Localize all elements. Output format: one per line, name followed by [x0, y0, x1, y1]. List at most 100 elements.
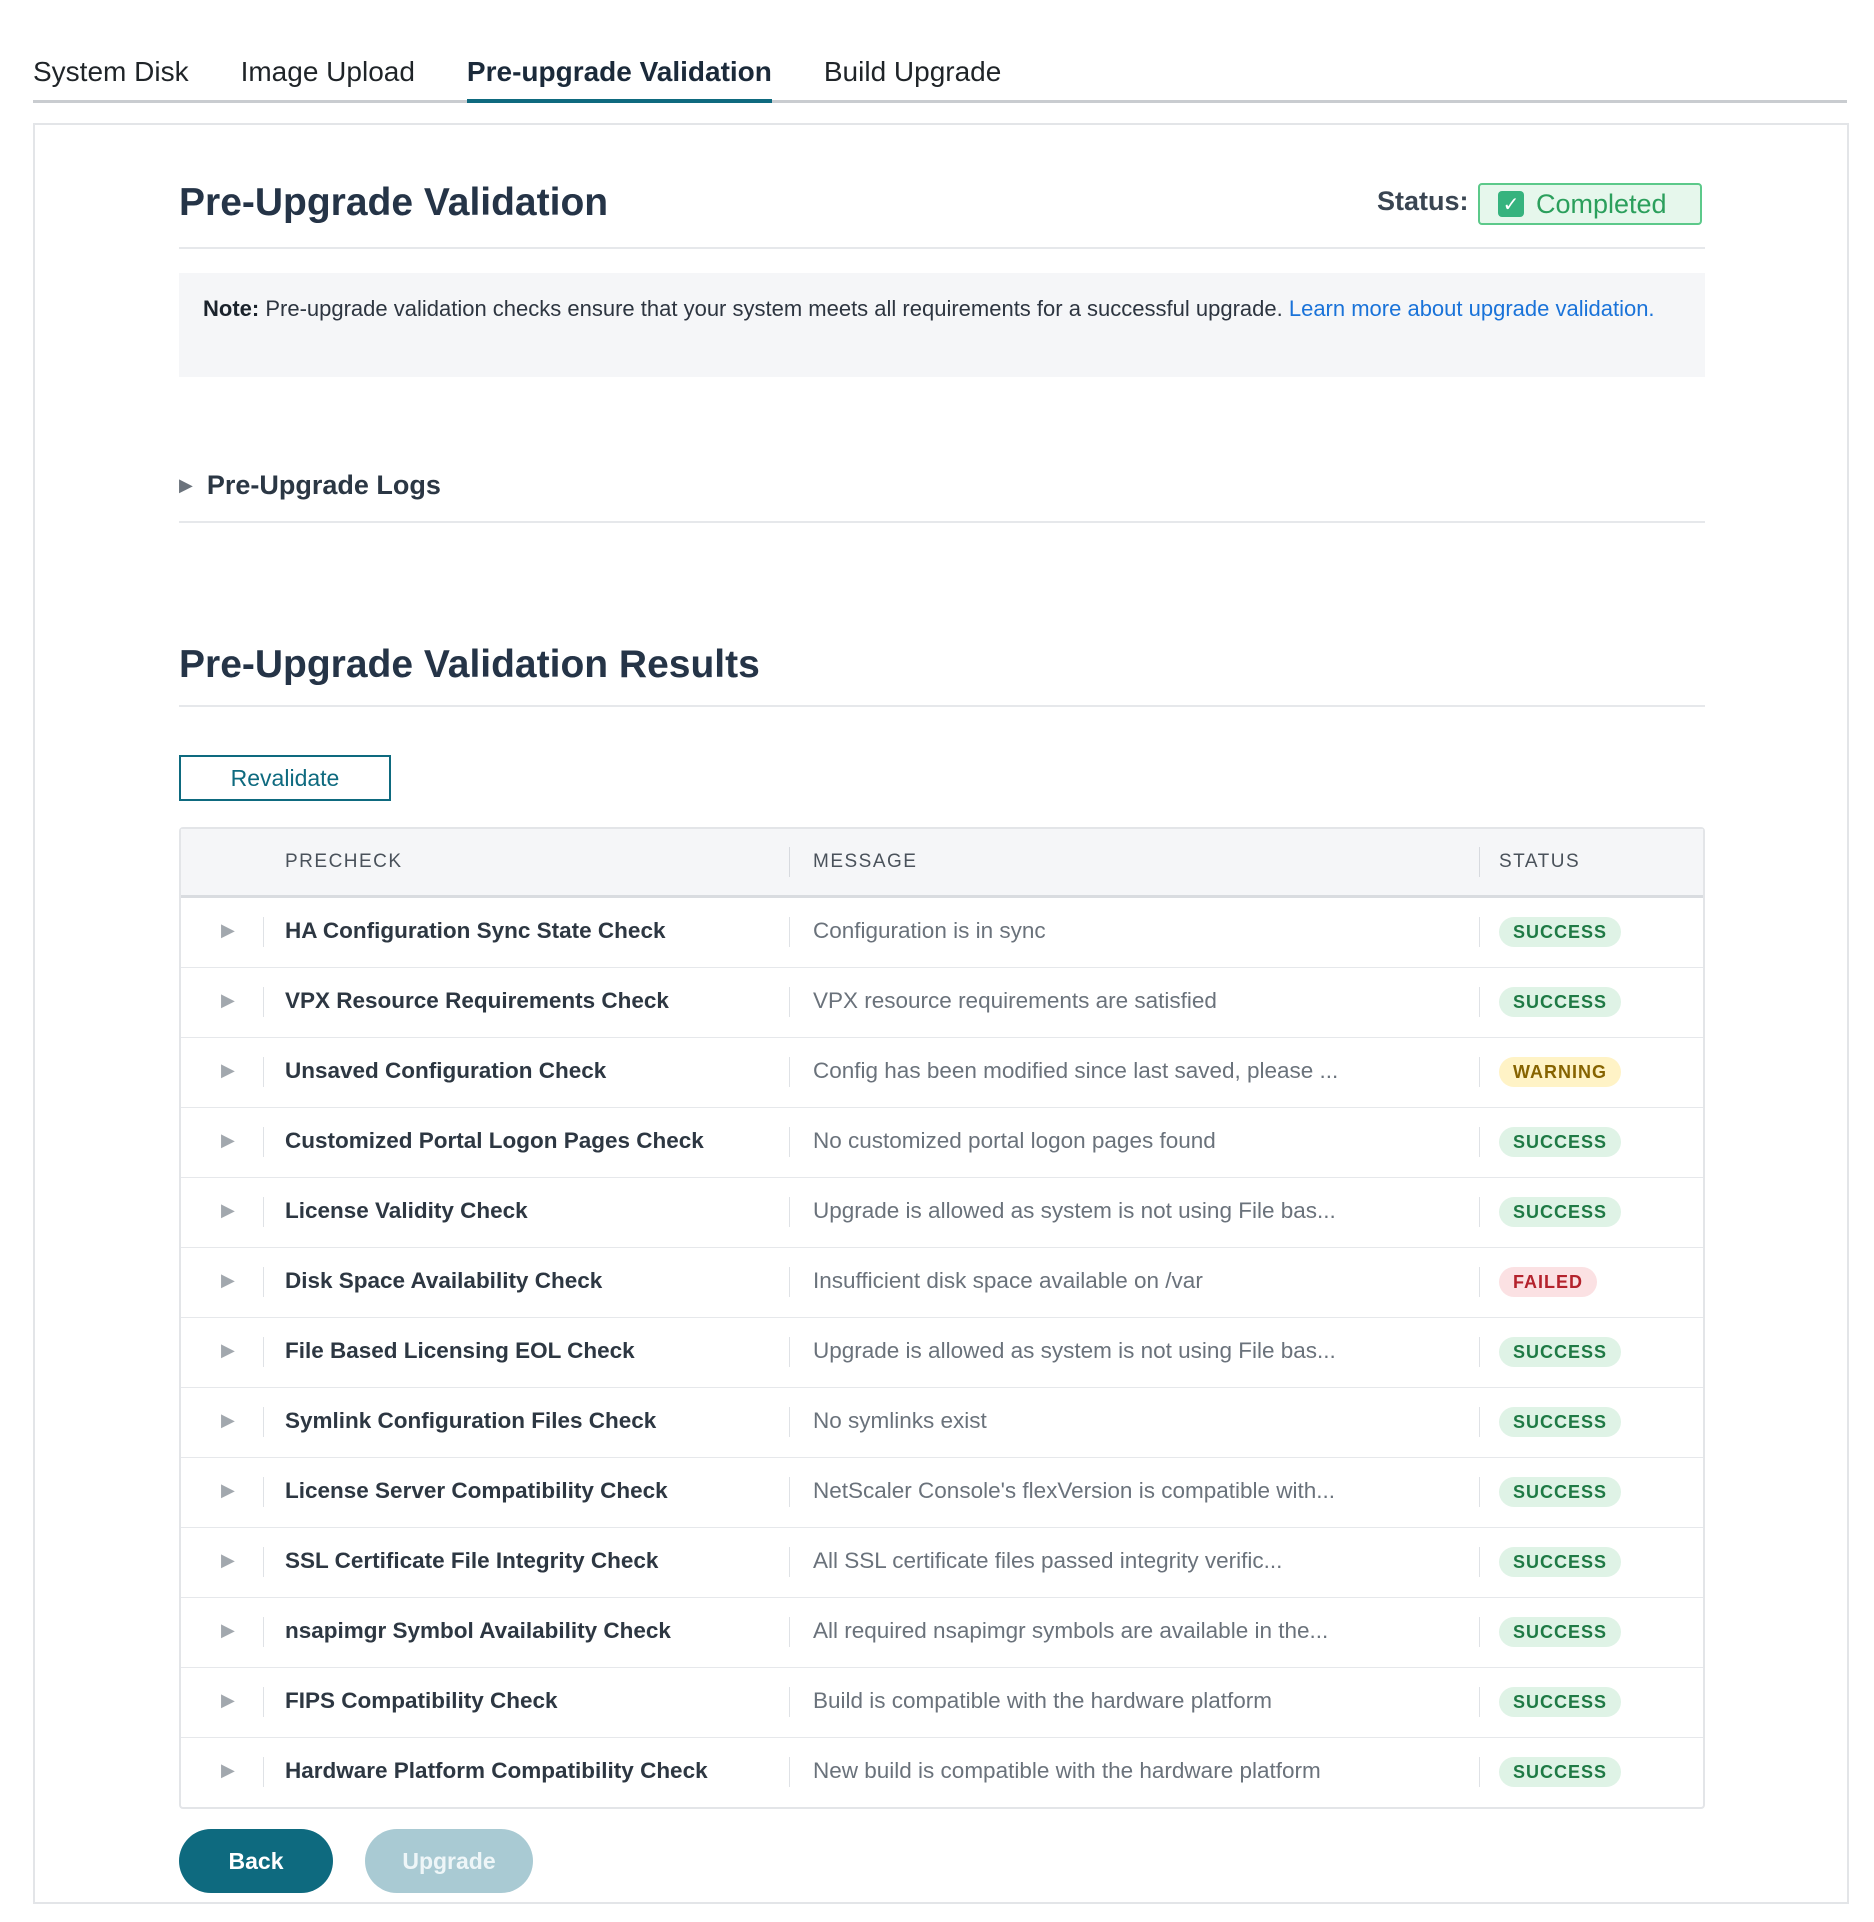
cell-divider	[263, 1687, 264, 1717]
expand-row-icon[interactable]: ▶	[221, 1620, 235, 1641]
cell-divider	[1479, 1057, 1480, 1087]
note-prefix: Note:	[203, 296, 260, 321]
column-header-precheck[interactable]: PRECHECK	[285, 851, 403, 873]
precheck-name: Customized Portal Logon Pages Check	[285, 1128, 704, 1153]
table-row: ▶ Unsaved Configuration Check Config has b…	[181, 1038, 1703, 1108]
table-row: ▶ License Validity Check Upgrade is allowe…	[181, 1178, 1703, 1248]
column-header-message[interactable]: MESSAGE	[813, 851, 917, 873]
cell-divider	[263, 1057, 264, 1087]
status-label: Status:	[1377, 186, 1469, 216]
cell-divider	[1479, 1547, 1480, 1577]
note-box: Note: Pre-upgrade validation checks ensu…	[179, 273, 1705, 377]
status-cell: SUCCESS	[1499, 1337, 1622, 1367]
status-cell: SUCCESS	[1499, 1197, 1622, 1227]
logs-label: Pre-Upgrade Logs	[206, 470, 441, 500]
precheck-message: Build is compatible with the hardware pl…	[813, 1688, 1272, 1713]
expand-row-icon[interactable]: ▶	[221, 920, 235, 941]
divider	[179, 521, 1705, 523]
status-badge: ✓ Completed	[1478, 183, 1702, 225]
status-cell: SUCCESS	[1499, 1477, 1622, 1507]
logs-toggle[interactable]: ▶ Pre-Upgrade Logs	[179, 470, 441, 501]
results-table: PRECHECK MESSAGE STATUS ▶ HA Configuratio…	[179, 827, 1705, 1809]
cell-divider	[263, 1757, 264, 1787]
precheck-name: Unsaved Configuration Check	[285, 1058, 607, 1083]
expand-row-icon[interactable]: ▶	[221, 1130, 235, 1151]
status-cell: FAILED	[1499, 1267, 1598, 1297]
table-row: ▶ License Server Compatibility Check NetSc…	[181, 1458, 1703, 1528]
cell-divider	[263, 1337, 264, 1367]
precheck-message: Config has been modified since last save…	[813, 1058, 1339, 1083]
precheck-message: NetScaler Console's flexVersion is compa…	[813, 1478, 1336, 1503]
status-badge: FAILED	[1499, 1267, 1598, 1297]
status-cell: SUCCESS	[1499, 987, 1622, 1017]
tab-pre-upgrade-validation[interactable]: Pre-upgrade Validation	[466, 48, 772, 103]
precheck-message: No customized portal logon pages found	[813, 1128, 1216, 1153]
expand-row-icon[interactable]: ▶	[221, 990, 235, 1011]
expand-row-icon[interactable]: ▶	[221, 1690, 235, 1711]
status-badge: SUCCESS	[1499, 987, 1622, 1017]
revalidate-button[interactable]: Revalidate	[179, 755, 391, 801]
precheck-message: Configuration is in sync	[813, 918, 1046, 943]
table-row: ▶ VPX Resource Requirements Check VPX reso…	[181, 968, 1703, 1038]
expand-row-icon[interactable]: ▶	[221, 1340, 235, 1361]
status-badge: SUCCESS	[1499, 1687, 1622, 1717]
learn-more-link[interactable]: Learn more about upgrade validation.	[1289, 296, 1655, 321]
divider	[179, 247, 1705, 249]
status-badge: SUCCESS	[1499, 1477, 1622, 1507]
cell-divider	[1479, 1407, 1480, 1437]
check-box-icon: ✓	[1498, 191, 1524, 217]
cell-divider	[789, 1547, 790, 1577]
precheck-name: Disk Space Availability Check	[285, 1268, 603, 1293]
status-cell: SUCCESS	[1499, 1757, 1622, 1787]
cell-divider	[1479, 1267, 1480, 1297]
note-text: Pre-upgrade validation checks ensure tha…	[259, 296, 1289, 321]
page-title: Pre-Upgrade Validation	[179, 181, 609, 224]
table-row: ▶ Hardware Platform Compatibility Check Ne…	[181, 1738, 1703, 1807]
expand-row-icon[interactable]: ▶	[221, 1480, 235, 1501]
table-row: ▶ nsapimgr Symbol Availability Check All r…	[181, 1598, 1703, 1668]
cell-divider	[1479, 987, 1480, 1017]
cell-divider	[1479, 917, 1480, 947]
divider	[179, 705, 1705, 707]
status-badge: SUCCESS	[1499, 1757, 1622, 1787]
cell-divider	[789, 1617, 790, 1647]
expand-row-icon[interactable]: ▶	[221, 1200, 235, 1221]
expand-row-icon[interactable]: ▶	[221, 1270, 235, 1291]
expand-row-icon[interactable]: ▶	[221, 1760, 235, 1781]
column-header-status[interactable]: STATUS	[1499, 851, 1580, 873]
tab-build-upgrade[interactable]: Build Upgrade	[824, 48, 1001, 100]
cell-divider	[1479, 1617, 1480, 1647]
tab-bar: System Disk Image Upload Pre-upgrade Val…	[33, 48, 1847, 103]
table-row: ▶ HA Configuration Sync State Check Config…	[181, 898, 1703, 968]
expand-row-icon[interactable]: ▶	[221, 1410, 235, 1431]
tab-image-upload[interactable]: Image Upload	[241, 48, 415, 100]
back-button[interactable]: Back	[179, 1829, 333, 1893]
cell-divider	[263, 1127, 264, 1157]
precheck-name: FIPS Compatibility Check	[285, 1688, 558, 1713]
precheck-message: All required nsapimgr symbols are availa…	[813, 1618, 1329, 1643]
cell-divider	[789, 1687, 790, 1717]
cell-divider	[789, 1757, 790, 1787]
content-card: Pre-Upgrade Validation Status: ✓ Complet…	[33, 123, 1849, 1904]
table-header: PRECHECK MESSAGE STATUS	[181, 829, 1703, 898]
upgrade-button[interactable]: Upgrade	[365, 1829, 533, 1893]
status-value: Completed	[1536, 188, 1667, 219]
cell-divider	[789, 1057, 790, 1087]
status-cell: SUCCESS	[1499, 1407, 1622, 1437]
status-cell: SUCCESS	[1499, 1687, 1622, 1717]
precheck-message: Upgrade is allowed as system is not usin…	[813, 1198, 1336, 1223]
table-body: ▶ HA Configuration Sync State Check Config…	[181, 898, 1703, 1807]
tab-system-disk[interactable]: System Disk	[33, 48, 189, 100]
expand-row-icon[interactable]: ▶	[221, 1550, 235, 1571]
expand-row-icon[interactable]: ▶	[221, 1060, 235, 1081]
precheck-name: VPX Resource Requirements Check	[285, 988, 669, 1013]
status-cell: SUCCESS	[1499, 917, 1622, 947]
table-row: ▶ Customized Portal Logon Pages Check No c…	[181, 1108, 1703, 1178]
precheck-name: nsapimgr Symbol Availability Check	[285, 1618, 671, 1643]
precheck-name: HA Configuration Sync State Check	[285, 918, 666, 943]
results-title: Pre-Upgrade Validation Results	[179, 643, 760, 686]
cell-divider	[263, 1407, 264, 1437]
status-badge: SUCCESS	[1499, 917, 1622, 947]
precheck-message: Upgrade is allowed as system is not usin…	[813, 1338, 1336, 1363]
cell-divider	[263, 1267, 264, 1297]
